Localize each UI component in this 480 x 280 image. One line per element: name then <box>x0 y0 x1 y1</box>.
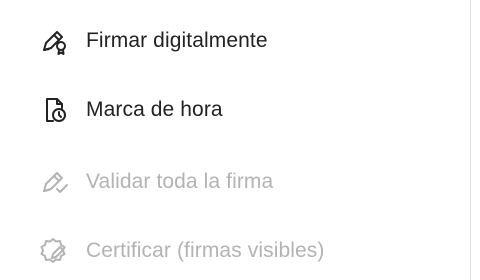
menu-item-certify-visible-signatures[interactable]: Certificar (firmas visibles) <box>40 234 325 268</box>
menu-item-label: Certificar (firmas visibles) <box>86 239 325 262</box>
menu-item-label: Validar toda la firma <box>86 170 274 193</box>
document-clock-icon <box>40 93 74 127</box>
badge-pen-icon <box>40 234 74 268</box>
pen-certificate-icon <box>40 24 74 58</box>
menu-item-sign-digitally[interactable]: Firmar digitalmente <box>40 24 268 58</box>
signature-tools-menu: Firmar digitalmente Marca de hora Valida… <box>0 0 470 280</box>
menu-item-label: Firmar digitalmente <box>86 29 268 52</box>
pen-check-icon <box>40 165 74 199</box>
menu-item-validate-all-signatures[interactable]: Validar toda la firma <box>40 165 273 199</box>
menu-item-timestamp[interactable]: Marca de hora <box>40 93 223 127</box>
menu-item-label: Marca de hora <box>86 98 223 121</box>
panel-divider <box>470 0 471 280</box>
